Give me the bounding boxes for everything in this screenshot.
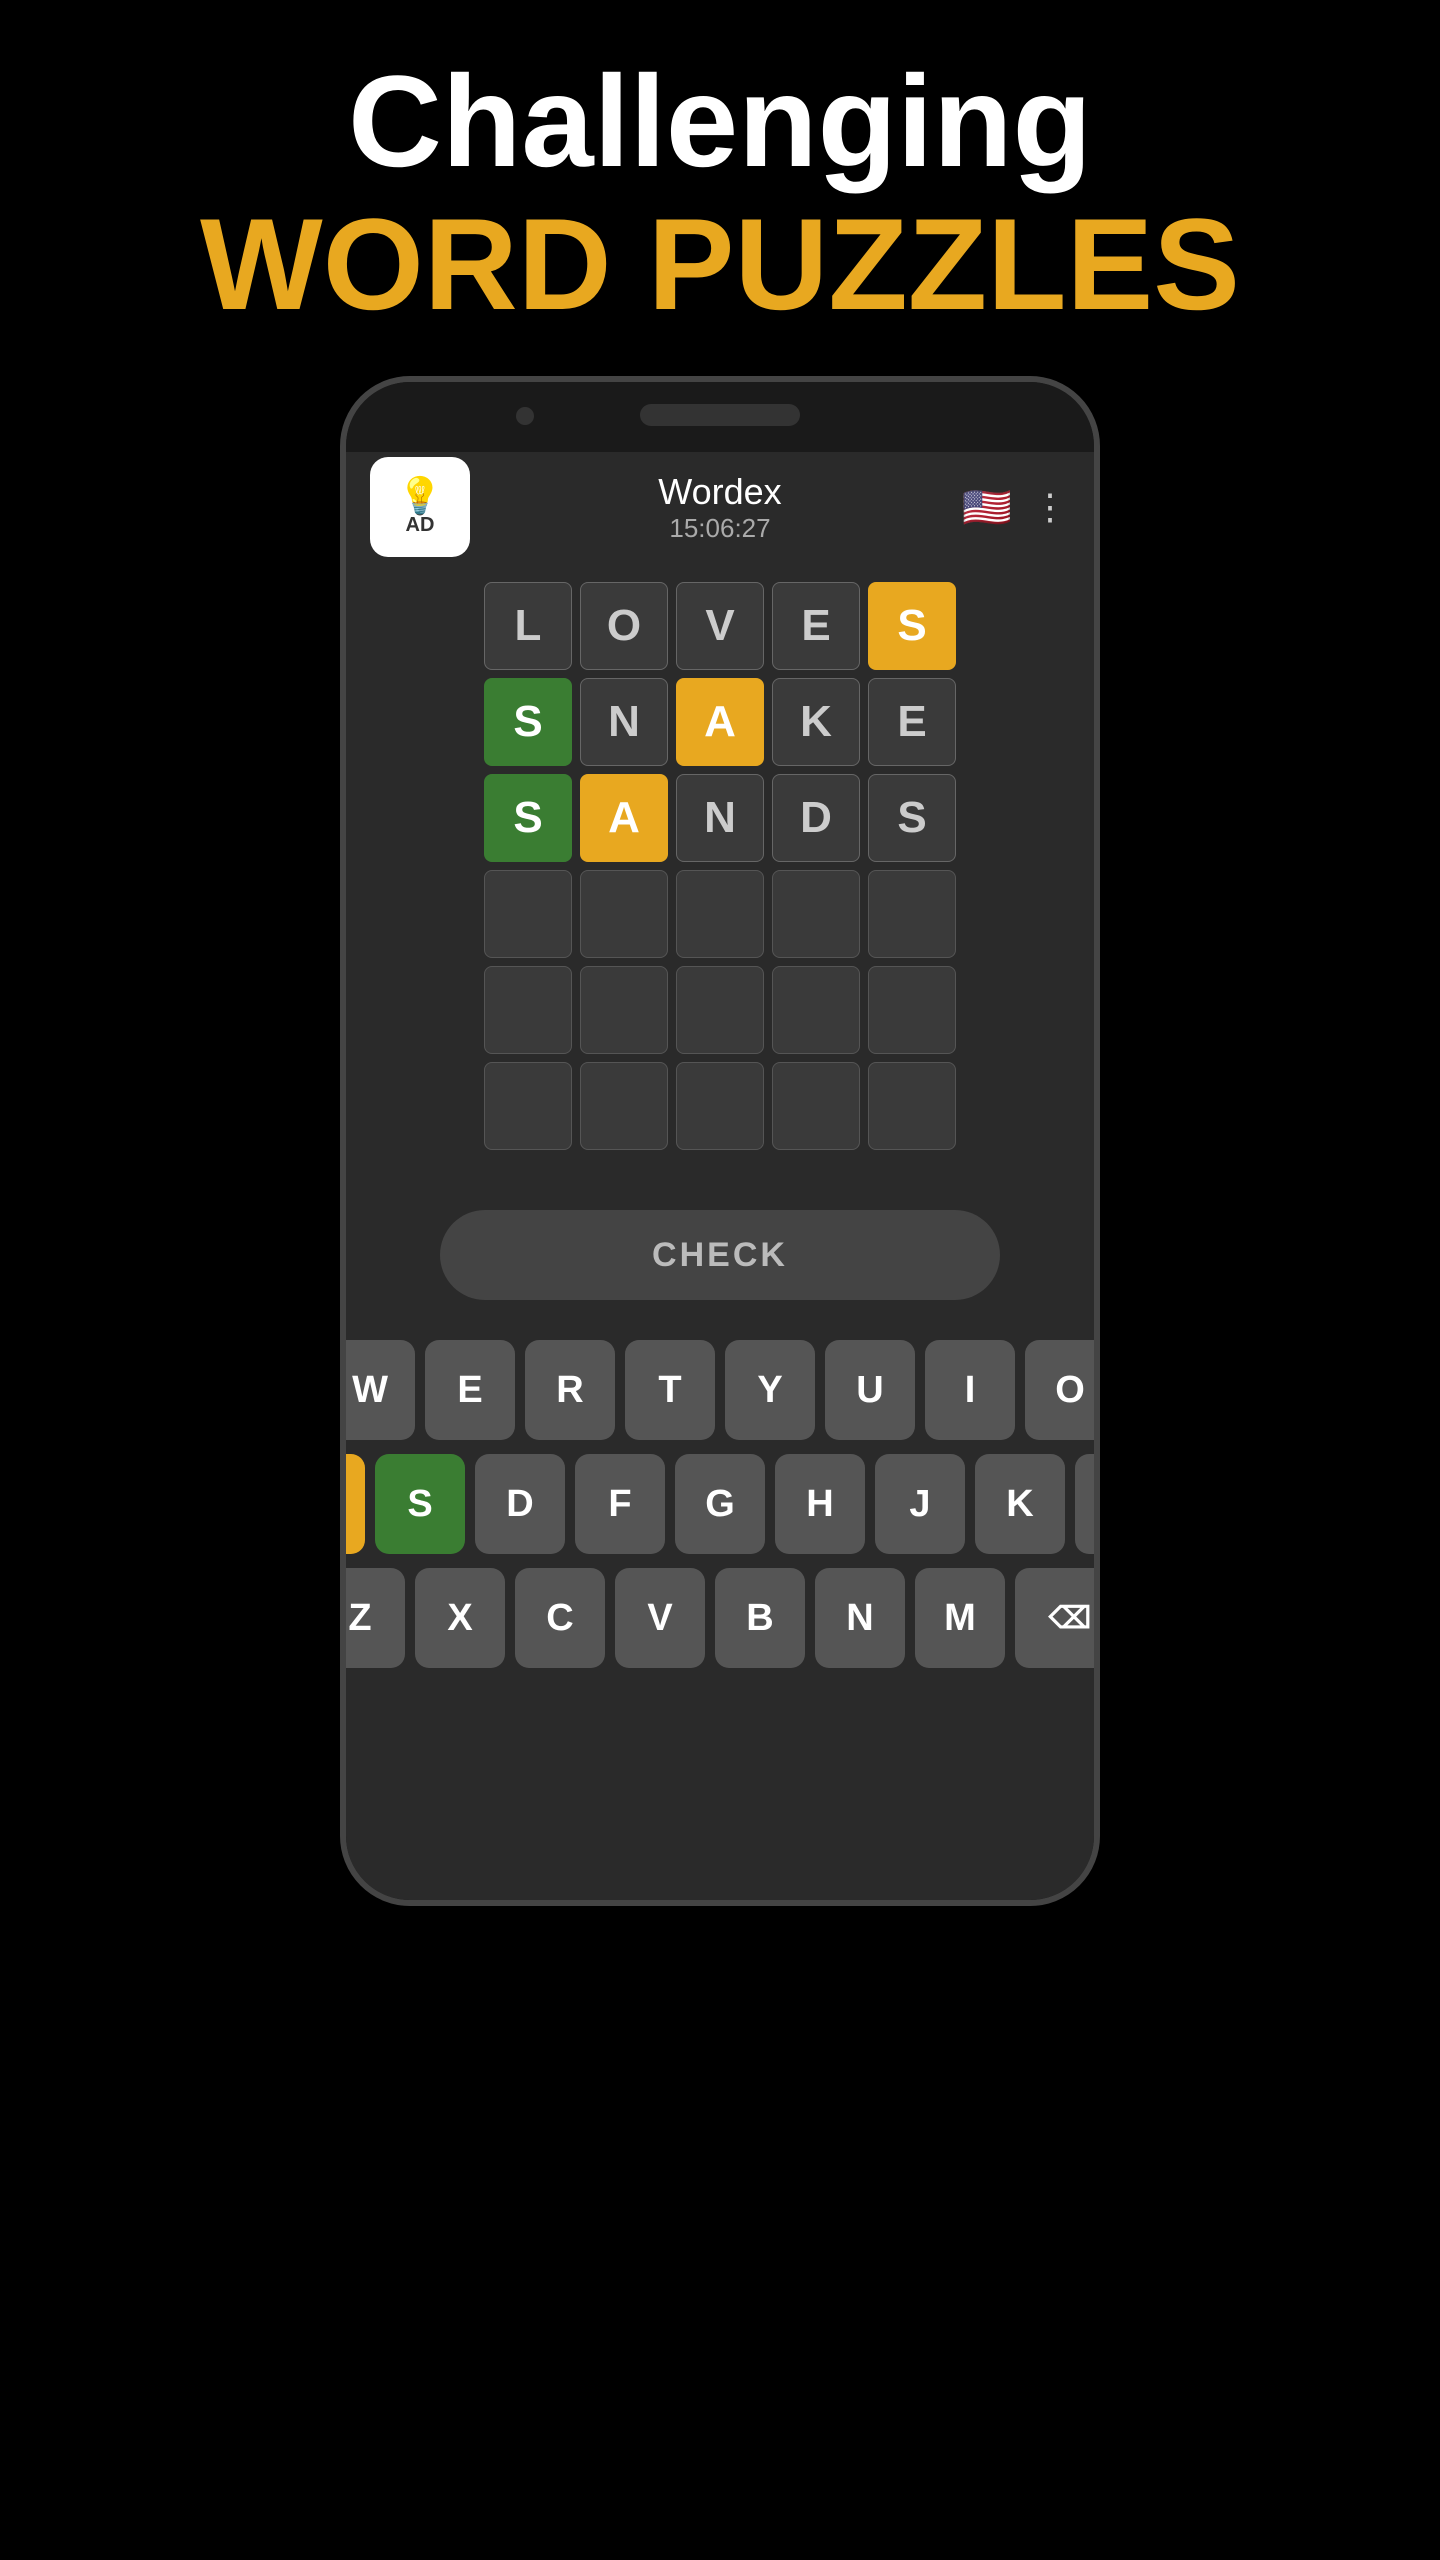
keyboard-key[interactable]: K [975, 1454, 1065, 1554]
keyboard-key[interactable]: X [415, 1568, 505, 1668]
grid-cell [772, 870, 860, 958]
grid-cell [484, 870, 572, 958]
grid-cell [580, 966, 668, 1054]
keyboard-row: ZXCVBNM⌫ [340, 1568, 1100, 1668]
check-label: CHECK [652, 1236, 788, 1275]
grid-cell [676, 870, 764, 958]
keyboard-key[interactable]: R [525, 1340, 615, 1440]
app-content: 💡 AD Wordex 15:06:27 🇺🇸 ⋮ LOVESSNAKESAND… [346, 452, 1094, 1900]
keyboard-key[interactable]: C [515, 1568, 605, 1668]
keyboard-key[interactable]: V [615, 1568, 705, 1668]
grid-cell: E [772, 582, 860, 670]
grid-cell [868, 870, 956, 958]
header-line2: WORD PUZZLES [200, 193, 1240, 336]
app-topbar: 💡 AD Wordex 15:06:27 🇺🇸 ⋮ [346, 452, 1094, 562]
app-timer: 15:06:27 [658, 513, 781, 544]
grid-cell: S [868, 582, 956, 670]
keyboard-key[interactable]: Y [725, 1340, 815, 1440]
header: Challenging WORD PUZZLES [200, 50, 1240, 336]
ad-button[interactable]: 💡 AD [370, 457, 470, 557]
keyboard-key[interactable]: E [425, 1340, 515, 1440]
grid-cell: N [676, 774, 764, 862]
grid-cell: E [868, 678, 956, 766]
grid-cell: V [676, 582, 764, 670]
keyboard-row: ASDFGHJKL [340, 1454, 1100, 1554]
game-grid: LOVESSNAKESANDS [484, 582, 956, 1150]
ad-label: AD [406, 514, 435, 537]
keyboard-key[interactable]: W [340, 1340, 415, 1440]
app-title-area: Wordex 15:06:27 [658, 471, 781, 544]
grid-cell: A [676, 678, 764, 766]
grid-cell [676, 1062, 764, 1150]
keyboard-key[interactable]: L [1075, 1454, 1100, 1554]
grid-cell: S [868, 774, 956, 862]
grid-cell [580, 1062, 668, 1150]
keyboard-key[interactable]: U [825, 1340, 915, 1440]
check-button[interactable]: CHECK [440, 1210, 1000, 1300]
keyboard-key[interactable]: M [915, 1568, 1005, 1668]
keyboard-key[interactable]: F [575, 1454, 665, 1554]
keyboard-key[interactable]: B [715, 1568, 805, 1668]
phone-frame: 💡 AD Wordex 15:06:27 🇺🇸 ⋮ LOVESSNAKESAND… [340, 376, 1100, 1906]
keyboard-key[interactable]: I [925, 1340, 1015, 1440]
grid-cell: S [484, 774, 572, 862]
keyboard: QWERTYUIOPASDFGHJKLZXCVBNM⌫ [346, 1340, 1094, 1668]
keyboard-key[interactable]: G [675, 1454, 765, 1554]
phone-speaker [640, 404, 800, 426]
grid-cell [772, 1062, 860, 1150]
grid-cell: K [772, 678, 860, 766]
grid-cell: D [772, 774, 860, 862]
grid-cell: L [484, 582, 572, 670]
keyboard-key[interactable]: A [340, 1454, 365, 1554]
grid-cell: O [580, 582, 668, 670]
keyboard-key[interactable]: H [775, 1454, 865, 1554]
menu-icon[interactable]: ⋮ [1032, 486, 1070, 528]
grid-cell [676, 966, 764, 1054]
grid-cell [772, 966, 860, 1054]
phone-top-bar [346, 382, 1094, 452]
grid-cell [484, 966, 572, 1054]
keyboard-key[interactable]: ⌫ [1015, 1568, 1100, 1668]
keyboard-key[interactable]: N [815, 1568, 905, 1668]
grid-cell [868, 966, 956, 1054]
phone-camera [516, 407, 534, 425]
flag-icon[interactable]: 🇺🇸 [962, 484, 1012, 531]
keyboard-key[interactable]: D [475, 1454, 565, 1554]
keyboard-row: QWERTYUIOP [340, 1340, 1100, 1440]
keyboard-key[interactable]: S [375, 1454, 465, 1554]
keyboard-key[interactable]: O [1025, 1340, 1100, 1440]
grid-cell [484, 1062, 572, 1150]
keyboard-key[interactable]: J [875, 1454, 965, 1554]
phone-side-button [1094, 802, 1100, 912]
keyboard-key[interactable]: T [625, 1340, 715, 1440]
header-line1: Challenging [200, 50, 1240, 193]
grid-cell [580, 870, 668, 958]
grid-cell: N [580, 678, 668, 766]
grid-cell [868, 1062, 956, 1150]
app-topbar-right: 🇺🇸 ⋮ [962, 484, 1070, 531]
bulb-icon: 💡 [398, 478, 443, 514]
grid-cell: S [484, 678, 572, 766]
keyboard-key[interactable]: Z [340, 1568, 405, 1668]
grid-cell: A [580, 774, 668, 862]
app-title: Wordex [658, 471, 781, 513]
